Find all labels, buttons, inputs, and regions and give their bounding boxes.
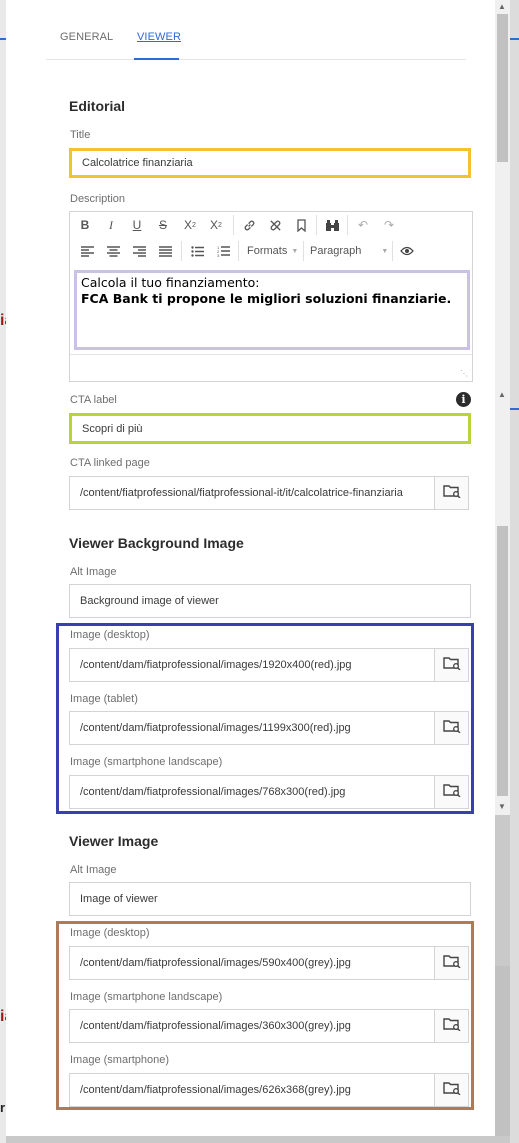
viewer-image-smartphone-input[interactable]: /content/dam/fiatprofessional/images/626… [69, 1073, 435, 1107]
scroll-thumb[interactable] [495, 966, 510, 1136]
viewer-image-landscape-input[interactable]: /content/dam/fiatprofessional/images/360… [69, 1009, 435, 1043]
bg-image-tablet-input[interactable]: /content/dam/fiatprofessional/images/119… [69, 711, 435, 745]
toolbar-separator [347, 215, 348, 235]
strikethrough-icon[interactable]: S [154, 215, 172, 235]
italic-icon[interactable]: I [102, 215, 120, 235]
chevron-down-icon: ▼ [381, 247, 389, 255]
bg-alt-image-label: Alt Image [70, 566, 117, 578]
paragraph-dropdown-label: Paragraph [310, 245, 362, 257]
description-editor[interactable]: Calcola il tuo finanziamento: FCA Bank t… [74, 270, 470, 350]
folder-search-icon [442, 954, 461, 973]
description-line-1: Calcola il tuo finanziamento: [81, 275, 260, 290]
link-icon[interactable] [240, 215, 258, 235]
chevron-down-icon: ▼ [291, 247, 299, 255]
background-accent-line [510, 38, 519, 40]
cta-label-label: CTA label [70, 394, 117, 406]
dialog-panel: GENERAL VIEWER Editorial Title Calcolatr… [6, 0, 495, 1136]
browse-button[interactable] [435, 476, 469, 510]
viewer-alt-image-label: Alt Image [70, 864, 117, 876]
viewer-alt-image-input[interactable]: Image of viewer [69, 882, 471, 916]
folder-search-icon [442, 484, 461, 503]
scroll-thumb[interactable] [497, 14, 508, 162]
bg-image-landscape-input[interactable]: /content/dam/fiatprofessional/images/768… [69, 775, 435, 809]
anchor-icon[interactable] [292, 215, 310, 235]
tab-general[interactable]: GENERAL [60, 31, 113, 43]
dialog-scrollbar[interactable]: ▲ ▲ ▼ [495, 0, 510, 815]
bullet-list-icon[interactable] [188, 241, 206, 261]
background-accent-line [510, 408, 519, 410]
toolbar-separator [392, 241, 393, 261]
section-heading-viewer-background: Viewer Background Image [69, 535, 244, 551]
underline-icon[interactable]: U [128, 215, 146, 235]
bg-alt-image-input[interactable]: Background image of viewer [69, 584, 471, 618]
cta-label-input[interactable]: Scopri di più [69, 413, 471, 444]
align-center-icon[interactable] [104, 241, 122, 261]
browse-button[interactable] [435, 775, 469, 809]
justify-icon[interactable] [156, 241, 174, 261]
folder-search-icon [442, 783, 461, 802]
folder-search-icon [442, 656, 461, 675]
section-heading-editorial: Editorial [69, 98, 126, 114]
viewer-image-desktop-input[interactable]: /content/dam/fiatprofessional/images/590… [69, 946, 435, 980]
scroll-up-icon[interactable]: ▲ [498, 2, 506, 11]
info-icon[interactable]: i [456, 392, 471, 407]
bold-icon[interactable]: B [76, 215, 94, 235]
formats-dropdown[interactable]: Formats ▼ [247, 241, 298, 261]
browse-button[interactable] [435, 711, 469, 745]
align-right-icon[interactable] [130, 241, 148, 261]
toolbar-separator [233, 215, 234, 235]
title-label: Title [70, 129, 91, 141]
cta-linked-page-label: CTA linked page [70, 457, 150, 469]
subscript-icon[interactable]: X2 [180, 215, 200, 235]
numbered-list-icon[interactable]: 123 [214, 241, 232, 261]
toolbar-separator [303, 241, 304, 261]
browse-button[interactable] [435, 648, 469, 682]
scroll-up-icon[interactable]: ▲ [498, 390, 506, 399]
tab-viewer[interactable]: VIEWER [137, 31, 181, 43]
tab-bar: GENERAL VIEWER [46, 20, 466, 60]
svg-text:3: 3 [217, 253, 220, 257]
browse-button[interactable] [435, 1073, 469, 1107]
scroll-thumb[interactable] [497, 526, 508, 796]
toolbar-separator [316, 215, 317, 235]
folder-search-icon [442, 1081, 461, 1100]
scroll-down-icon[interactable]: ▼ [498, 802, 506, 811]
rte-footer: ⋱ [70, 354, 472, 382]
browse-button[interactable] [435, 1009, 469, 1043]
find-replace-icon[interactable] [322, 215, 342, 235]
cta-linked-page-input[interactable]: /content/fiatprofessional/fiatprofession… [69, 476, 435, 510]
eye-icon[interactable] [398, 241, 416, 261]
undo-icon[interactable]: ↶ [354, 215, 372, 235]
resize-grip-icon[interactable]: ⋱ [460, 369, 468, 378]
rte-toolbar-row-1: B I U S X2 X2 ↶ ↷ [70, 212, 472, 238]
background-fragment-text: r [0, 1100, 6, 1115]
superscript-icon[interactable]: X2 [206, 215, 226, 235]
section-heading-viewer-image: Viewer Image [69, 833, 159, 849]
bg-image-desktop-input[interactable]: /content/dam/fiatprofessional/images/192… [69, 648, 435, 682]
formats-dropdown-label: Formats [247, 245, 288, 257]
viewer-image-smartphone-label: Image (smartphone) [70, 1054, 170, 1066]
description-label: Description [70, 193, 126, 205]
description-line-2: FCA Bank ti propone le migliori soluzion… [81, 291, 452, 306]
title-input[interactable]: Calcolatrice finanziaria [69, 148, 471, 178]
viewer-image-desktop-label: Image (desktop) [70, 927, 150, 939]
redo-icon[interactable]: ↷ [380, 215, 398, 235]
folder-search-icon [442, 1017, 461, 1036]
toolbar-separator [181, 241, 182, 261]
unlink-icon[interactable] [266, 215, 284, 235]
bg-image-landscape-label: Image (smartphone landscape) [70, 756, 223, 768]
rte-toolbar-row-2: 123 Formats ▼ Paragraph ▼ [70, 238, 472, 264]
align-left-icon[interactable] [78, 241, 96, 261]
bg-image-tablet-label: Image (tablet) [70, 693, 138, 705]
viewer-image-landscape-label: Image (smartphone landscape) [70, 991, 223, 1003]
paragraph-dropdown[interactable]: Paragraph ▼ [310, 241, 388, 261]
toolbar-separator [238, 241, 239, 261]
folder-search-icon [442, 719, 461, 738]
active-tab-indicator [134, 58, 179, 60]
background-page-strip [510, 0, 519, 1143]
browse-button[interactable] [435, 946, 469, 980]
bg-image-desktop-label: Image (desktop) [70, 629, 150, 641]
rich-text-editor: B I U S X2 X2 ↶ ↷ 1 2 3 Formats ▼ Paragr… [69, 211, 473, 382]
